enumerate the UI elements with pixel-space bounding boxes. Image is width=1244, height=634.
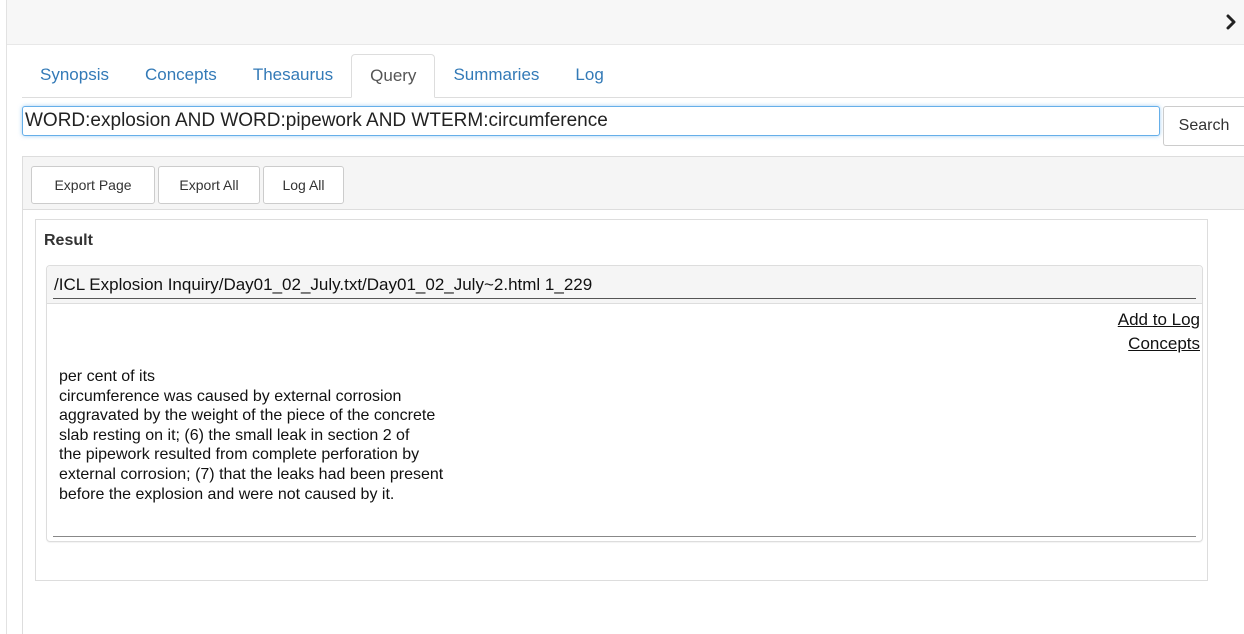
result-passage: per cent of its circumference was caused… [59,367,759,504]
add-to-log-link[interactable]: Add to Log [1118,308,1200,332]
export-all-button[interactable]: Export All [158,166,260,204]
passage-line: circumference was caused by external cor… [59,387,402,405]
left-divider [6,0,7,634]
search-button[interactable]: Search [1163,106,1244,146]
result-panel: Export Page Export All Log All Result /I… [22,156,1244,634]
top-bar [7,0,1244,45]
passage-line: slab resting on it; (6) the small leak i… [59,426,410,444]
heading-divider [53,298,1196,299]
tab-thesaurus[interactable]: Thesaurus [235,54,351,96]
result-item: /ICL Explosion Inquiry/Day01_02_July.txt… [46,265,1203,542]
result-box: Result /ICL Explosion Inquiry/Day01_02_J… [35,219,1208,581]
passage-line: before the explosion and were not caused… [59,485,395,503]
tab-query[interactable]: Query [351,54,436,98]
tab-concepts[interactable]: Concepts [127,54,235,96]
query-row: Search [22,106,1244,146]
tab-bar: Synopsis Concepts Thesaurus Query Summar… [22,54,1244,98]
tab-log[interactable]: Log [557,54,621,96]
passage-line: the pipework resulted from complete perf… [59,446,420,464]
export-page-button[interactable]: Export Page [31,166,155,204]
collapse-panel-button[interactable] [1220,10,1242,34]
result-title: Result [44,232,93,249]
concepts-link[interactable]: Concepts [1118,332,1200,356]
log-all-button[interactable]: Log All [263,166,344,204]
passage-line: external corrosion; (7) that the leaks h… [59,465,444,483]
query-input[interactable] [22,106,1160,136]
result-item-heading: /ICL Explosion Inquiry/Day01_02_July.txt… [47,266,1202,304]
result-item-bottom-divider [53,536,1196,537]
export-toolbar: Export Page Export All Log All [23,157,1244,210]
passage-line: aggravated by the weight of the piece of… [59,407,436,425]
passage-line: per cent of its [59,368,156,385]
result-item-actions: Add to Log Concepts [1118,308,1200,356]
tab-summaries[interactable]: Summaries [435,54,557,96]
tab-synopsis[interactable]: Synopsis [22,54,127,96]
app-page: Synopsis Concepts Thesaurus Query Summar… [0,0,1244,634]
chevron-right-icon [1226,14,1236,30]
result-item-path: /ICL Explosion Inquiry/Day01_02_July.txt… [54,275,593,294]
